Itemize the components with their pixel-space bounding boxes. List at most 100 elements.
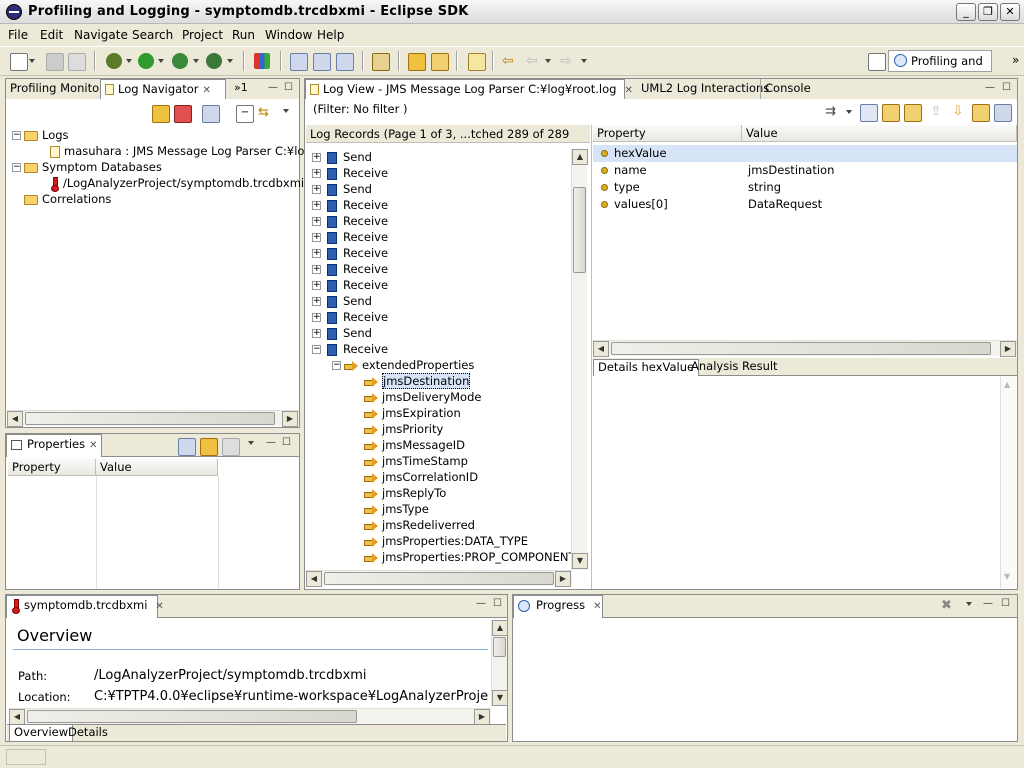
analyze-icon[interactable]: [882, 104, 900, 122]
open-folder-icon[interactable]: [408, 53, 426, 71]
expand-icon[interactable]: +: [312, 185, 321, 194]
minimize-window-button[interactable]: _: [956, 3, 976, 21]
scroll-down-icon[interactable]: ▼: [492, 690, 508, 706]
tab-details-hexvalue[interactable]: Details hexValue: [593, 359, 700, 377]
scroll-right-icon[interactable]: ▶: [1000, 341, 1016, 357]
last-edit-location-icon[interactable]: ⇦: [502, 53, 518, 69]
close-icon[interactable]: ✕: [155, 601, 163, 612]
maximize-view-icon[interactable]: ☐: [493, 598, 502, 609]
property-row[interactable]: jmsProperties:DATA_TYPE: [364, 533, 528, 549]
hierarchy-view-icon[interactable]: [860, 104, 878, 122]
close-icon[interactable]: ✕: [89, 440, 97, 451]
annotation-icon[interactable]: [468, 53, 486, 71]
log-record-row[interactable]: + Receive: [312, 245, 388, 261]
log-timer-icon[interactable]: [313, 53, 331, 71]
scroll-down-icon[interactable]: ▼: [572, 553, 588, 569]
print-icon[interactable]: [68, 53, 86, 71]
scroll-up-icon[interactable]: ▲: [492, 620, 508, 636]
log-record-row[interactable]: + Receive: [312, 197, 388, 213]
property-table-row[interactable]: hexValue: [593, 145, 1017, 161]
property-row[interactable]: jmsDeliveryMode: [364, 389, 481, 405]
sort-icon[interactable]: ⇉: [825, 104, 841, 120]
profile-icon[interactable]: [172, 53, 188, 69]
minimize-view-icon[interactable]: —: [476, 598, 486, 609]
external-tools-dropdown-icon[interactable]: [227, 59, 233, 63]
more-views-chevron-icon[interactable]: »1: [234, 81, 248, 94]
extended-properties-row[interactable]: − extendedProperties: [332, 357, 474, 373]
open-perspective-icon[interactable]: [868, 53, 886, 71]
tree-item-symptom-databases[interactable]: − Symptom Databases: [12, 159, 162, 175]
close-icon[interactable]: ✕: [202, 85, 210, 96]
refresh-icon[interactable]: [994, 104, 1012, 122]
scroll-left-icon[interactable]: ◀: [593, 341, 609, 357]
log-import-icon[interactable]: [290, 53, 308, 71]
next-icon[interactable]: ⇩: [950, 104, 966, 120]
minimize-view-icon[interactable]: —: [985, 82, 995, 93]
close-icon[interactable]: ✕: [593, 601, 601, 612]
profile-dropdown-icon[interactable]: [193, 59, 199, 63]
expand-icon[interactable]: +: [312, 201, 321, 210]
scroll-right-icon[interactable]: ▶: [555, 571, 571, 587]
pencil-icon[interactable]: [431, 53, 449, 71]
window-title-bar[interactable]: Profiling and Logging - symptomdb.trcdbx…: [0, 0, 1024, 24]
prop-column-property[interactable]: Property: [593, 125, 742, 142]
maximize-view-icon[interactable]: ☐: [1001, 598, 1010, 609]
scroll-thumb[interactable]: [611, 342, 991, 355]
expand-icon[interactable]: +: [312, 329, 321, 338]
view-menu-icon[interactable]: [283, 109, 289, 113]
tab-properties[interactable]: Properties ✕: [6, 434, 102, 457]
navigator-horizontal-scrollbar[interactable]: ◀ ▶: [7, 410, 299, 427]
log-record-row[interactable]: + Receive: [312, 213, 388, 229]
run-dropdown-icon[interactable]: [158, 59, 164, 63]
export-icon[interactable]: [972, 104, 990, 122]
debug-dropdown-icon[interactable]: [126, 59, 132, 63]
perspective-button[interactable]: Profiling and ...: [888, 50, 992, 88]
view-menu-icon[interactable]: [966, 602, 972, 606]
close-icon[interactable]: ✕: [624, 85, 632, 96]
hierarchy-icon[interactable]: [372, 53, 390, 71]
tree-item-correlations[interactable]: Correlations: [24, 191, 111, 207]
property-row[interactable]: jmsProperties:PROP_COMPONENT_N: [364, 549, 571, 565]
property-table-row[interactable]: name jmsDestination: [593, 162, 1017, 178]
collapse-icon[interactable]: −: [12, 131, 21, 140]
remove-all-finished-icon[interactable]: ✖: [941, 598, 957, 614]
external-tools-icon[interactable]: [206, 53, 222, 69]
prop-column-value[interactable]: Value: [742, 125, 1017, 142]
restore-default-icon[interactable]: [222, 438, 240, 456]
details-vertical-scrollbar[interactable]: ▲ ▼: [1000, 376, 1016, 588]
maximize-view-icon[interactable]: ☐: [284, 82, 293, 93]
scroll-thumb[interactable]: [573, 187, 586, 273]
log-records-tree[interactable]: + Send + Receive + Send + Receive + Receive + Recei…: [306, 145, 571, 570]
property-row[interactable]: jmsDestination: [364, 373, 471, 389]
close-window-button[interactable]: ✕: [1000, 3, 1020, 21]
property-row[interactable]: jmsTimeStamp: [364, 453, 468, 469]
collapse-icon[interactable]: −: [312, 345, 321, 354]
maximize-view-icon[interactable]: ☐: [282, 437, 291, 448]
menu-window[interactable]: Window: [265, 28, 312, 42]
scroll-left-icon[interactable]: ◀: [7, 411, 23, 427]
tree-item-symptom-entry[interactable]: /LogAnalyzerProject/symptomdb.trcdbxmi: [50, 175, 304, 192]
chart-icon[interactable]: [254, 53, 270, 69]
scroll-up-icon[interactable]: ▲: [1004, 380, 1010, 389]
menu-search[interactable]: Search: [132, 28, 173, 42]
run-icon[interactable]: [138, 53, 154, 69]
expand-icon[interactable]: +: [312, 169, 321, 178]
minimize-view-icon[interactable]: —: [983, 598, 993, 609]
menu-file[interactable]: File: [8, 28, 28, 42]
log-record-row[interactable]: + Send: [312, 181, 372, 197]
view-menu-icon[interactable]: [248, 441, 254, 445]
maximize-window-button[interactable]: ❐: [978, 3, 998, 21]
property-row[interactable]: jmsRedeliverred: [364, 517, 475, 533]
save-icon[interactable]: [46, 53, 64, 71]
scroll-thumb[interactable]: [25, 412, 275, 425]
records-horizontal-scrollbar[interactable]: ◀ ▶: [306, 570, 572, 587]
collapse-icon[interactable]: −: [12, 163, 21, 172]
tab-profiling-monitor[interactable]: Profiling Monitor: [6, 79, 108, 99]
link-with-editor-icon[interactable]: ⇆: [258, 105, 274, 121]
menu-run[interactable]: Run: [232, 28, 255, 42]
log-record-row[interactable]: + Receive: [312, 229, 388, 245]
menu-edit[interactable]: Edit: [40, 28, 63, 42]
previous-icon[interactable]: ⇧: [928, 104, 944, 120]
import-log-icon[interactable]: [152, 105, 170, 123]
log-record-row[interactable]: + Send: [312, 325, 372, 341]
